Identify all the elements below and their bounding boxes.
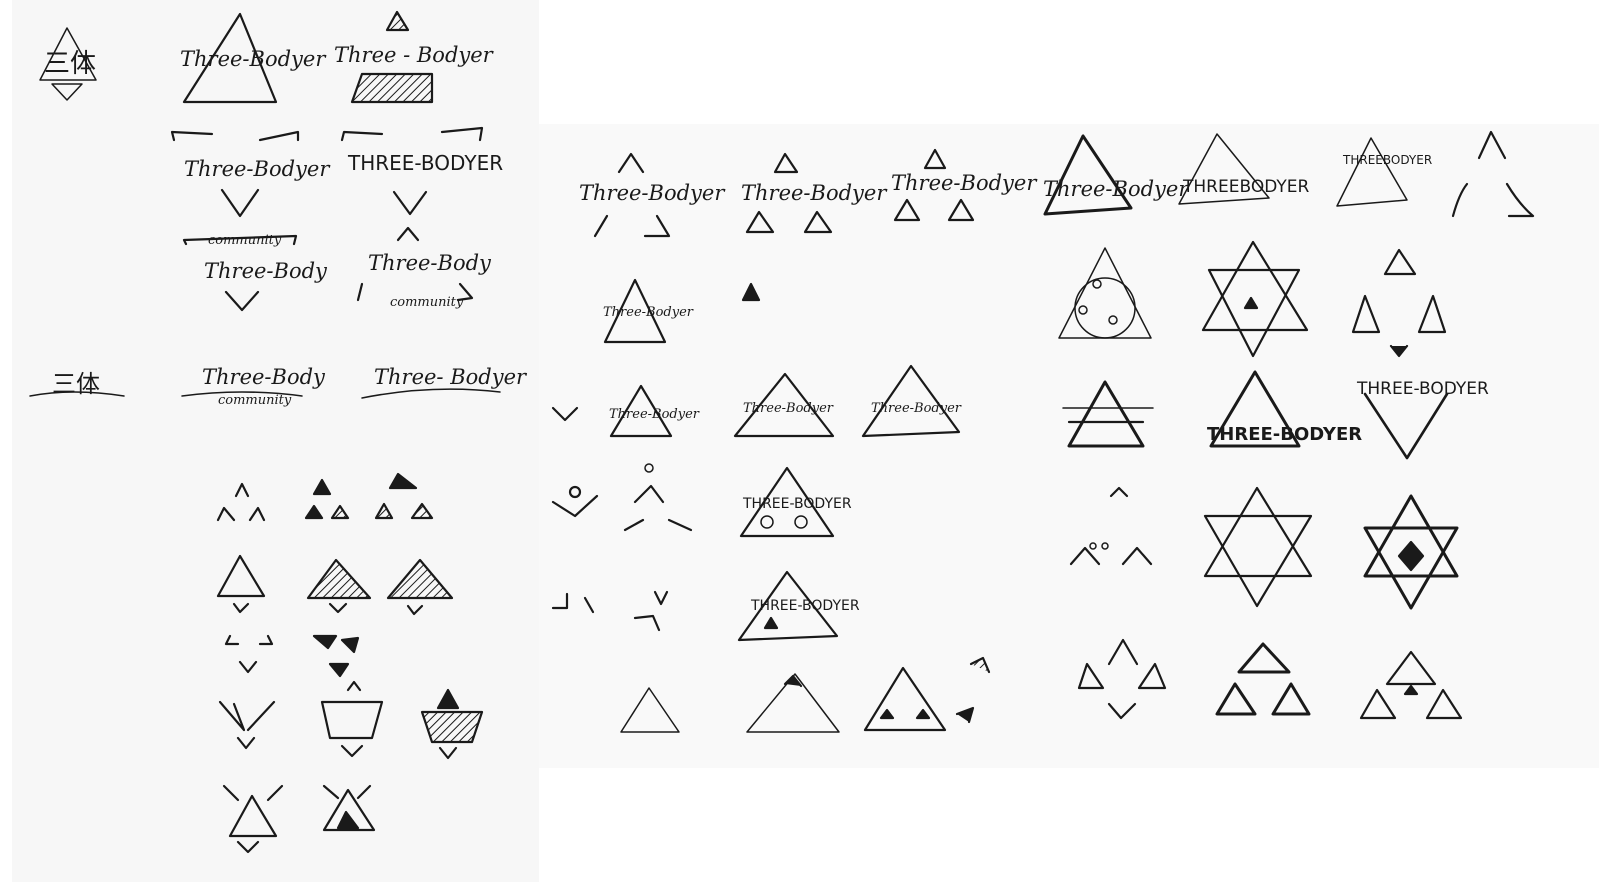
- community-triangle-2: Three-Body community: [356, 226, 492, 310]
- r4-mark-c: THREE-BODYER: [739, 466, 852, 538]
- r4-mark-d: [1069, 486, 1153, 566]
- wave-cn-text: 三体: [52, 370, 100, 398]
- inverted-wordmark-text-1: Three-Bodyer: [184, 157, 331, 181]
- abstract-marks-row-3: [224, 634, 360, 678]
- triangle-wordmark-1: Three-Bodyer: [180, 12, 327, 104]
- inverted-wordmark-1: Three-Bodyer: [170, 130, 331, 218]
- r1-mark-e: THREEBODYER: [1178, 133, 1309, 205]
- wordmark-text-2: Three - Bodyer: [334, 43, 495, 67]
- wave-community-text: community: [218, 393, 292, 408]
- r3-text-a: Three-Bodyer: [609, 407, 700, 422]
- three-body-text-2: Three-Body: [368, 251, 492, 275]
- r1-text-e: THREEBODYER: [1182, 177, 1309, 197]
- abstract-marks-row-4: [218, 680, 484, 760]
- r6-mark-e: [1215, 642, 1311, 716]
- r2-text-a: Three-Bodyer: [603, 305, 694, 320]
- r3-mark-f: THREE-BODYER: [1356, 379, 1489, 460]
- r6-mark-d: [1077, 638, 1167, 720]
- abstract-marks-row-2: [216, 554, 454, 616]
- three-body-text-1: Three-Body: [204, 259, 328, 283]
- r4-mark-e: [1203, 486, 1313, 608]
- r3-mark-b: Three-Bodyer: [733, 372, 835, 438]
- r6-mark-b: [746, 673, 840, 733]
- r6-mark-c: [863, 656, 991, 732]
- r3-text-c: Three-Bodyer: [871, 401, 962, 416]
- cn-mark-text: 三体: [44, 49, 96, 79]
- wave-three-bodyer-text: Three- Bodyer: [374, 365, 528, 389]
- r1-mark-b: Three-Bodyer: [741, 152, 888, 234]
- r1-mark-a: Three-Bodyer: [579, 152, 726, 238]
- r3-mark-d: [1062, 380, 1154, 448]
- r3-text-b: Three-Bodyer: [743, 401, 834, 416]
- r6-mark-f: [1359, 650, 1463, 720]
- cn-triangle-mark: 三体: [39, 27, 97, 101]
- right-sketch-drawing: Three-Bodyer Three-Bodyer Three-Bodyer T…: [551, 130, 1535, 733]
- inverted-wordmark-2: THREE-BODYER: [340, 126, 503, 216]
- r3-mark-a: Three-Bodyer: [551, 384, 700, 438]
- r1-mark-d: Three-Bodyer: [1043, 134, 1190, 216]
- r2-mark-b: [741, 282, 761, 302]
- abstract-marks-row-5: [222, 784, 376, 854]
- r1-mark-f: THREEBODYER: [1336, 137, 1432, 207]
- right-sketch-sheet: Three-Bodyer Three-Bodyer Three-Bodyer T…: [539, 124, 1599, 768]
- r3-text-f: THREE-BODYER: [1356, 379, 1489, 399]
- abstract-marks-row-1: [216, 472, 434, 522]
- r1-text-d: Three-Bodyer: [1043, 177, 1190, 201]
- r4-text-a: THREE-BODYER: [742, 496, 852, 512]
- r5-mark-a: [551, 590, 669, 632]
- r5-mark-b: THREE-BODYER: [737, 570, 860, 642]
- r6-mark-a: [620, 687, 680, 733]
- r1-mark-g: [1451, 130, 1535, 218]
- r5-text-a: THREE-BODYER: [750, 598, 860, 614]
- r4-mark-a: [551, 485, 599, 518]
- r2-mark-c: [1058, 247, 1152, 339]
- community-triangle-1: community Three-Body: [182, 233, 328, 312]
- wordmark-text-1: Three-Bodyer: [180, 47, 327, 71]
- community-text-1: community: [208, 233, 282, 248]
- r1-mark-c: Three-Bodyer: [891, 148, 1038, 222]
- r4-mark-f: [1363, 494, 1459, 610]
- community-text-2: community: [390, 295, 464, 310]
- inverted-wordmark-text-2: THREE-BODYER: [347, 151, 503, 175]
- left-sketch-sheet: 三体 Three-Bodyer Three - Bodyer Three-Bod…: [12, 0, 539, 882]
- r1-text-c: Three-Bodyer: [891, 171, 1038, 195]
- left-sketch-drawing: 三体 Three-Bodyer Three - Bodyer Three-Bod…: [29, 10, 528, 854]
- r3-mark-c: Three-Bodyer: [861, 364, 962, 438]
- r2-mark-e: [1351, 248, 1447, 358]
- r1-text-b: Three-Bodyer: [741, 181, 888, 205]
- r1-text-a: Three-Bodyer: [579, 181, 726, 205]
- r4-mark-b: [623, 463, 693, 532]
- r3-mark-e: THREE-BODYER: [1207, 370, 1362, 448]
- wave-row: 三体 Three-Body community Three- Bodyer: [29, 365, 528, 408]
- r1-text-f: THREEBODYER: [1342, 153, 1432, 167]
- r3-text-e: THREE-BODYER: [1207, 424, 1362, 445]
- wave-three-body-text: Three-Body: [202, 365, 326, 389]
- triangle-wordmark-2: Three - Bodyer: [334, 10, 495, 104]
- r2-mark-a: Three-Bodyer: [603, 278, 694, 344]
- r2-mark-d: [1201, 240, 1309, 358]
